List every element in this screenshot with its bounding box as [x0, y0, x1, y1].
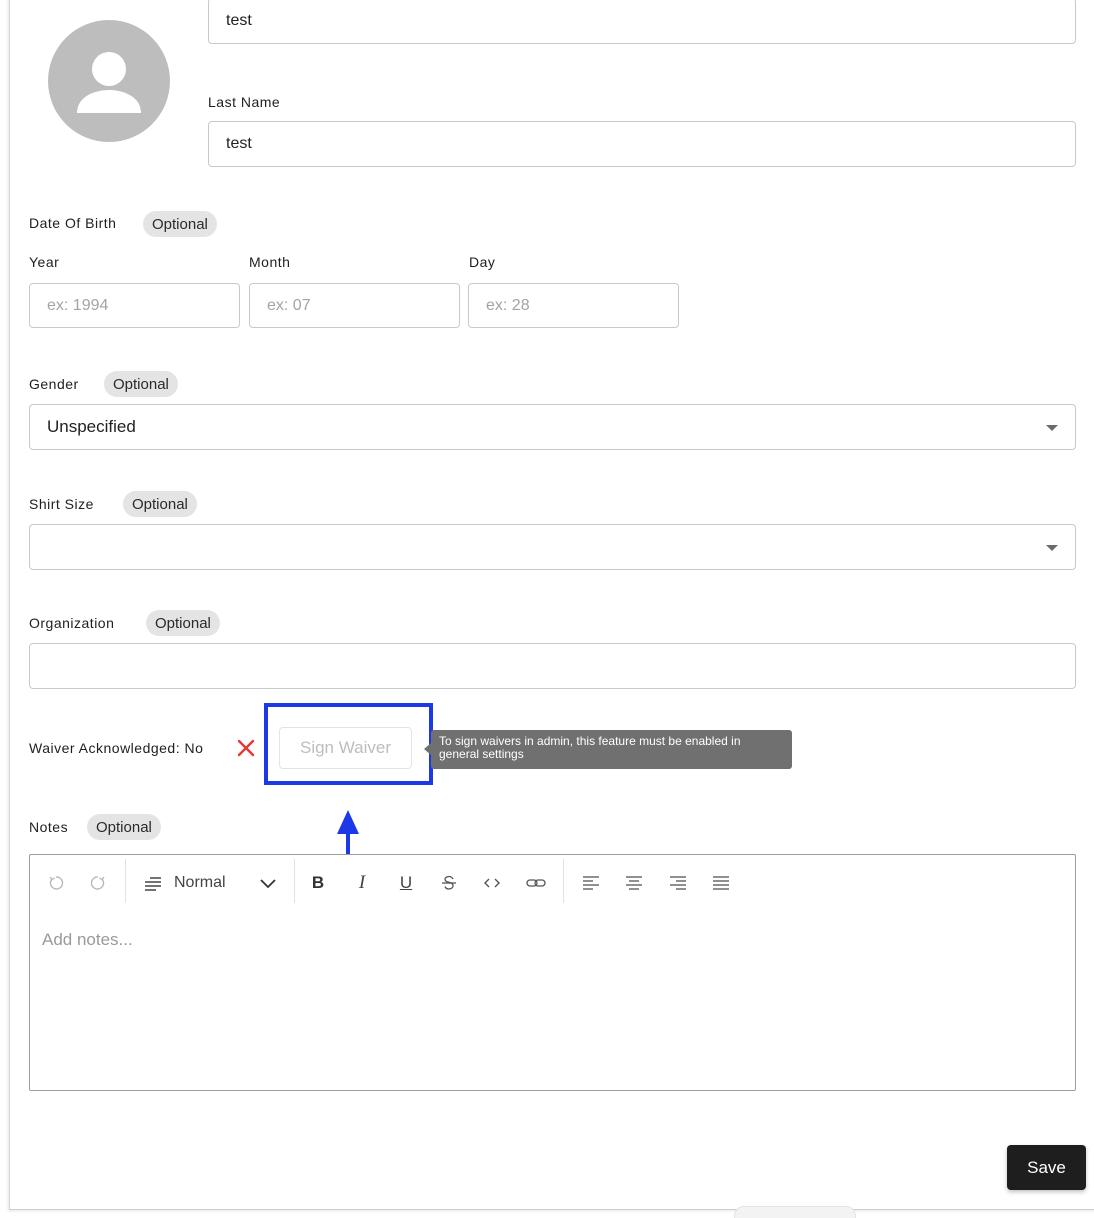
notes-optional-badge: Optional: [87, 814, 161, 840]
tooltip-line-2: general settings: [439, 747, 524, 761]
organization-optional-badge: Optional: [146, 610, 220, 636]
undo-icon[interactable]: [44, 871, 68, 895]
toolbar-divider: [563, 859, 564, 903]
chevron-down-icon[interactable]: [256, 871, 280, 895]
redo-icon[interactable]: [86, 871, 110, 895]
align-center-icon[interactable]: [623, 871, 645, 895]
last-name-input[interactable]: test: [208, 121, 1076, 167]
gender-label: Gender: [29, 376, 79, 392]
notes-placeholder: Add notes...: [42, 930, 133, 949]
format-select-label[interactable]: Normal: [174, 871, 226, 895]
chevron-down-icon: [1046, 425, 1058, 431]
gender-select[interactable]: Unspecified: [29, 404, 1076, 450]
chevron-down-icon: [1046, 545, 1058, 551]
year-input[interactable]: ex: 1994: [29, 283, 240, 328]
shirt-size-label: Shirt Size: [29, 496, 94, 512]
gender-selected-value: Unspecified: [47, 417, 136, 436]
editor-toolbar: Normal B I U: [30, 855, 1075, 911]
organization-input[interactable]: [29, 643, 1076, 689]
first-name-input[interactable]: test: [208, 0, 1076, 44]
last-name-label: Last Name: [208, 94, 281, 110]
waiver-tooltip: To sign waivers in admin, this feature m…: [424, 730, 792, 769]
dob-label: Date Of Birth: [29, 215, 117, 231]
align-justify-icon[interactable]: [710, 871, 732, 895]
last-name-value: test: [226, 135, 252, 152]
toolbar-divider: [294, 859, 295, 903]
avatar[interactable]: [48, 20, 170, 142]
notes-label: Notes: [29, 819, 69, 835]
first-name-value: test: [226, 12, 252, 29]
notes-editor[interactable]: Normal B I U Add notes...: [29, 854, 1076, 1091]
x-mark-icon: [237, 739, 255, 757]
waiver-status-label: Waiver Acknowledged: No: [29, 740, 204, 756]
year-placeholder: ex: 1994: [47, 296, 109, 314]
bottom-scroll-handle[interactable]: [734, 1206, 856, 1218]
day-input[interactable]: ex: 28: [468, 283, 679, 328]
tooltip-arrow: [424, 743, 431, 755]
highlight-box: [264, 703, 433, 785]
shirt-size-select[interactable]: [29, 524, 1076, 570]
save-button[interactable]: Save: [1007, 1145, 1086, 1190]
organization-label: Organization: [29, 615, 115, 631]
month-input[interactable]: ex: 07: [249, 283, 460, 328]
bold-icon[interactable]: B: [308, 871, 328, 895]
link-icon[interactable]: [524, 871, 548, 895]
person-icon: [77, 52, 141, 113]
gender-optional-badge: Optional: [104, 371, 178, 397]
day-label: Day: [469, 254, 496, 270]
day-placeholder: ex: 28: [486, 296, 530, 314]
year-label: Year: [29, 254, 60, 270]
align-right-icon[interactable]: [667, 871, 689, 895]
month-label: Month: [249, 254, 291, 270]
code-icon[interactable]: [481, 871, 503, 895]
month-placeholder: ex: 07: [267, 296, 311, 314]
dob-optional-badge: Optional: [143, 211, 217, 237]
toolbar-divider: [125, 859, 126, 903]
shirt-size-optional-badge: Optional: [123, 491, 197, 517]
paragraph-icon: [140, 871, 166, 895]
align-left-icon[interactable]: [580, 871, 602, 895]
italic-icon[interactable]: I: [352, 871, 372, 895]
underline-icon[interactable]: U: [396, 871, 416, 895]
strikethrough-icon[interactable]: [438, 871, 460, 895]
